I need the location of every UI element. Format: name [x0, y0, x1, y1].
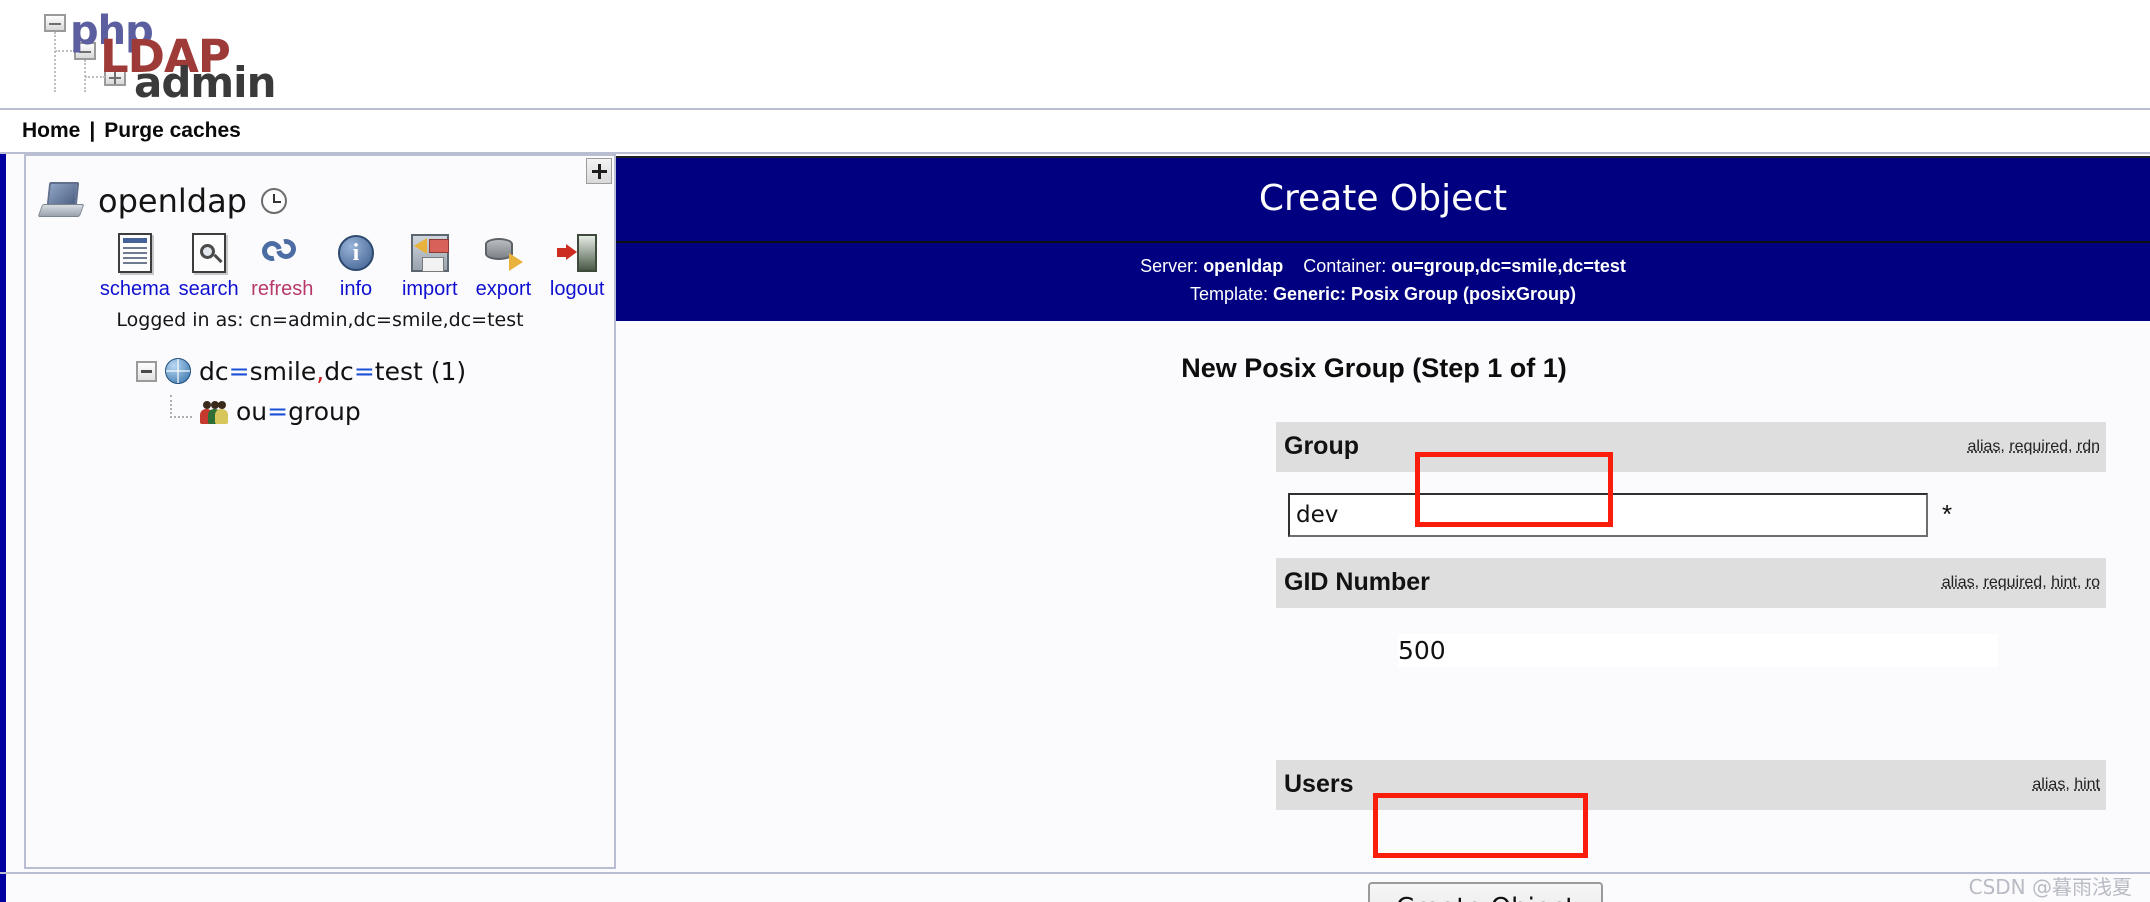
toolbar-label-refresh: refresh	[251, 278, 314, 300]
required-marker: *	[1942, 499, 1953, 530]
header-server-container-line: Server: openldap Container: ou=group,dc=…	[616, 253, 2150, 281]
watermark-text: CSDN @暮雨浅夏	[1968, 875, 2132, 899]
attribute-body-group: *	[1276, 471, 2106, 558]
attribute-body-gid-number: 500	[1276, 607, 2106, 694]
toolbar-label-export: export	[475, 278, 532, 300]
header-template-label: Template:	[1189, 283, 1268, 304]
toolbar-label-info: info	[339, 278, 373, 300]
info-icon	[319, 230, 393, 276]
computer-icon	[37, 182, 85, 220]
link-alias[interactable]: alias	[1942, 574, 1975, 591]
toolbar-item-logout[interactable]: logout	[540, 230, 614, 301]
clock-icon[interactable]	[260, 188, 287, 214]
toolbar-label-search: search	[178, 278, 239, 300]
layout-gap	[6, 154, 24, 902]
schema-icon	[98, 230, 172, 276]
top-nav-bar: Home | Purge caches	[0, 110, 2150, 154]
toolbar-item-schema[interactable]: schema	[98, 230, 172, 301]
link-hint[interactable]: hint	[2051, 574, 2077, 591]
nav-separator: |	[89, 119, 96, 142]
logo-node-icon	[44, 14, 66, 32]
create-object-button[interactable]: Create Object	[1368, 881, 1604, 902]
attribute-name-users: Users	[1284, 770, 1354, 799]
page-header-banner: Create Object Server: openldap Container…	[616, 156, 2150, 321]
refresh-icon	[245, 230, 319, 276]
tree-label-base-dn: dc=smile,dc=test (1)	[199, 356, 467, 386]
logo-header: php LDAP admin	[0, 0, 2150, 110]
toolbar-label-logout: logout	[549, 278, 605, 300]
toolbar-item-export[interactable]: export	[467, 230, 541, 301]
logo-connector	[54, 32, 56, 92]
toolbar-item-info[interactable]: info	[319, 230, 393, 301]
link-required[interactable]: required	[1983, 574, 2042, 591]
nav-link-home[interactable]: Home	[22, 119, 80, 143]
attribute-body-users	[1276, 809, 2106, 842]
phpldapadmin-logo: php LDAP admin	[22, 6, 276, 107]
form-spacer	[1276, 693, 2106, 760]
server-name: openldap	[98, 182, 247, 220]
expand-tree-button[interactable]	[586, 158, 612, 184]
toolbar-item-search[interactable]: search	[172, 230, 246, 301]
header-server-label: Server:	[1140, 256, 1199, 276]
attribute-links-gid-number[interactable]: alias, required, hint, ro	[1942, 574, 2100, 592]
attribute-links-users[interactable]: alias, hint	[2032, 776, 2100, 794]
header-server-value: openldap	[1203, 256, 1284, 276]
header-container-label: Container:	[1303, 256, 1387, 276]
create-object-form: Group alias, required, rdn * GID Number …	[1276, 421, 2106, 842]
page-title: Create Object	[616, 158, 2150, 243]
export-icon	[467, 230, 541, 276]
tree-label-ou-group: ou=group	[236, 396, 361, 426]
sidebar-toolbar: schema search refresh info	[26, 230, 614, 301]
link-hint[interactable]: hint	[2074, 776, 2100, 793]
link-alias[interactable]: alias	[2032, 776, 2065, 793]
server-row: openldap	[26, 156, 614, 220]
form-step-title: New Posix Group (Step 1 of 1)	[1181, 352, 1567, 383]
nav-link-purge-caches[interactable]: Purge caches	[104, 119, 241, 143]
attribute-header-gid-number: GID Number alias, required, hint, ro	[1276, 557, 2106, 608]
toolbar-label-import: import	[401, 278, 458, 300]
people-icon	[200, 398, 228, 424]
attribute-header-group: Group alias, required, rdn	[1276, 421, 2106, 472]
link-ro[interactable]: ro	[2086, 574, 2100, 591]
main-layout: openldap schema search refresh i info im…	[0, 154, 2150, 902]
search-icon	[172, 230, 246, 276]
logo-text-admin: admin	[134, 58, 276, 107]
group-name-input[interactable]	[1288, 492, 1928, 537]
link-required[interactable]: required	[2009, 438, 2068, 455]
attribute-links-group[interactable]: alias, required, rdn	[1967, 438, 2100, 456]
tree-node-base-dn[interactable]: dc=smile,dc=test (1)	[136, 351, 614, 391]
logged-in-as-text: Logged in as: cn=admin,dc=smile,dc=test	[116, 309, 524, 331]
globe-icon	[165, 358, 191, 384]
header-template-value: Generic: Posix Group (posixGroup)	[1273, 283, 1577, 304]
header-container-value: ou=group,dc=smile,dc=test	[1391, 256, 1626, 276]
page-header-meta: Server: openldap Container: ou=group,dc=…	[616, 243, 2150, 321]
import-icon	[393, 230, 467, 276]
attribute-header-users: Users alias, hint	[1276, 759, 2106, 810]
attribute-name-gid-number: GID Number	[1284, 568, 1430, 597]
content-panel: Create Object Server: openldap Container…	[616, 154, 2150, 902]
tree-elbow-connector	[170, 394, 192, 418]
gid-number-value: 500	[1398, 634, 1998, 668]
toolbar-item-refresh[interactable]: refresh	[245, 230, 319, 301]
footer-divider	[0, 872, 2150, 874]
tree-collapse-icon[interactable]	[136, 360, 157, 382]
ldap-tree: dc=smile,dc=test (1) ou=group	[26, 351, 614, 431]
toolbar-label-schema: schema	[99, 278, 170, 300]
toolbar-item-import[interactable]: import	[393, 230, 467, 301]
link-alias[interactable]: alias	[1967, 438, 2000, 455]
sidebar-panel: openldap schema search refresh i info im…	[24, 154, 616, 869]
header-template-line: Template: Generic: Posix Group (posixGro…	[616, 281, 2150, 309]
attribute-name-group: Group	[1284, 432, 1359, 461]
logout-icon	[540, 230, 614, 276]
tree-node-ou-group[interactable]: ou=group	[136, 391, 614, 431]
link-rdn[interactable]: rdn	[2077, 438, 2100, 455]
